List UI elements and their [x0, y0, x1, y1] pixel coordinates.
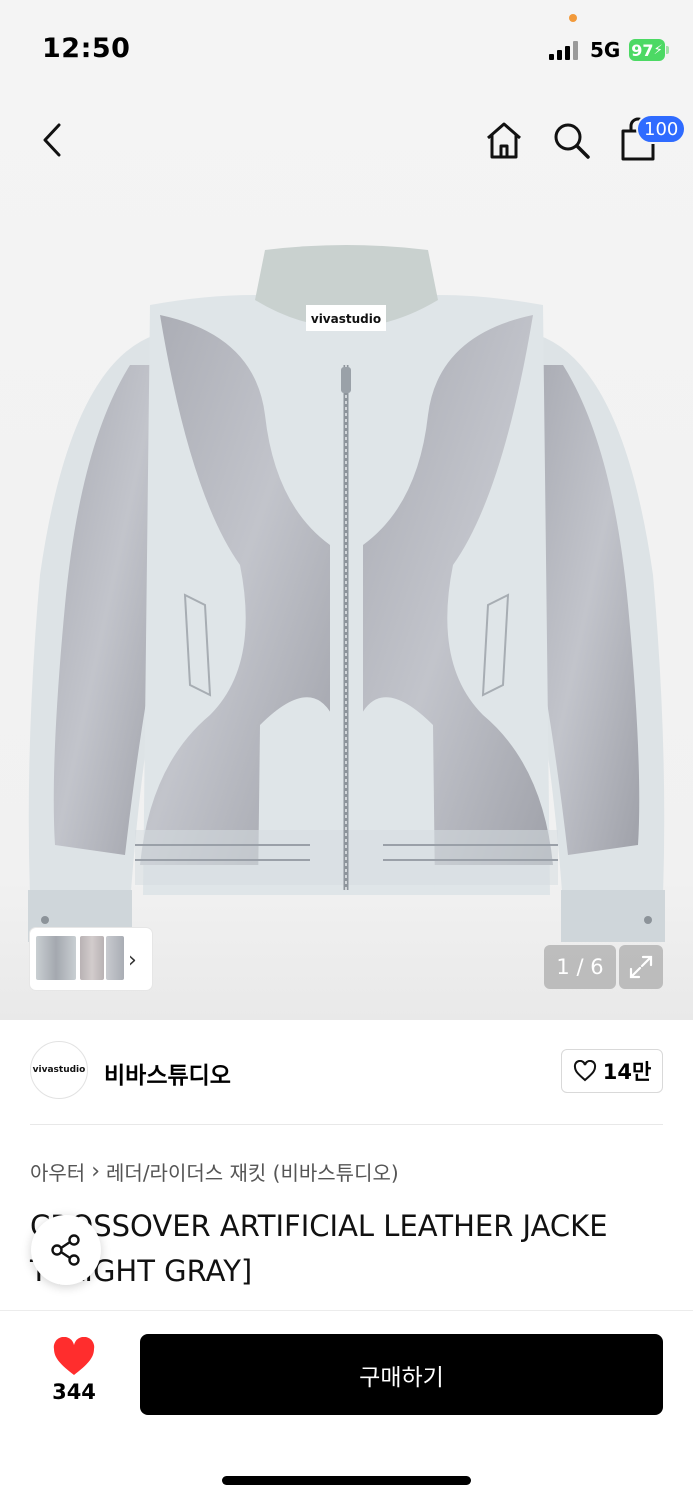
- battery-level: 97: [631, 40, 654, 60]
- network-type: 5G: [590, 38, 621, 62]
- heart-outline-icon: [573, 1060, 596, 1082]
- home-indicator[interactable]: [222, 1476, 471, 1485]
- image-page-counter: 1 / 6: [544, 945, 616, 989]
- expand-icon: [629, 955, 653, 979]
- status-time: 12:50: [42, 33, 131, 64]
- privacy-indicator-dot: [569, 14, 577, 22]
- share-icon: [51, 1234, 80, 1266]
- brand-name[interactable]: 비바스튜디오: [104, 1056, 231, 1090]
- breadcrumb: 아우터 › 레더/라이더스 재킷 (비바스튜디오): [30, 1157, 399, 1186]
- search-button[interactable]: [547, 116, 595, 164]
- breadcrumb-category[interactable]: 아우터: [30, 1157, 85, 1186]
- back-button[interactable]: [30, 118, 74, 162]
- thumbnail-1[interactable]: [36, 936, 76, 980]
- home-icon: [487, 122, 521, 159]
- product-title-line1: CROSSOVER ARTIFICIAL LEATHER JACKE: [30, 1209, 608, 1243]
- thumbnail-2[interactable]: [80, 936, 104, 980]
- brand-logo-text: vivastudio: [32, 1065, 86, 1075]
- home-button[interactable]: [480, 116, 528, 164]
- buy-button[interactable]: 구매하기: [140, 1334, 663, 1415]
- thumbnail-3[interactable]: [106, 936, 124, 980]
- divider: [30, 1124, 663, 1125]
- brand-like-button[interactable]: 14만: [561, 1049, 663, 1093]
- share-button[interactable]: [31, 1215, 101, 1285]
- chevron-left-icon: [43, 123, 61, 157]
- cart-count-badge: 100: [636, 114, 687, 144]
- breadcrumb-subcategory[interactable]: 레더/라이더스 재킷 (비바스튜디오): [106, 1157, 399, 1186]
- heart-filled-icon[interactable]: [52, 1337, 96, 1377]
- brand-logo[interactable]: vivastudio: [30, 1041, 88, 1099]
- jacket-label-text: vivastudio: [311, 312, 381, 326]
- brand-like-count: 14만: [602, 1060, 652, 1084]
- battery-tip: [666, 46, 669, 54]
- battery-indicator: 97 ⚡: [629, 39, 665, 61]
- like-count: 344: [52, 1380, 96, 1404]
- product-image[interactable]: vivastudio: [10, 245, 683, 945]
- search-icon: [554, 123, 590, 159]
- cellular-signal-icon: [549, 40, 579, 60]
- chevron-right-icon: ›: [91, 1159, 101, 1184]
- expand-image-button[interactable]: [619, 945, 663, 989]
- thumbnail-next-arrow[interactable]: ›: [128, 948, 137, 973]
